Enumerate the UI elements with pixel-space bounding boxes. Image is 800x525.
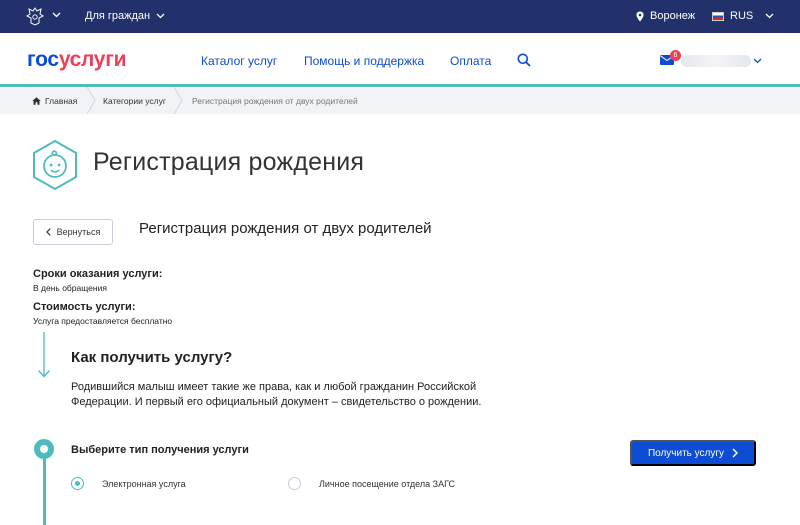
location-pin-icon (636, 11, 644, 21)
russia-flag-icon (712, 11, 724, 21)
cost-label: Стоимость услуги: (33, 301, 136, 313)
language-selector[interactable]: RUS (712, 10, 774, 22)
back-button-label: Вернуться (56, 227, 101, 237)
chevron-right-icon (732, 448, 739, 458)
logo-part-gos: гос (27, 48, 59, 71)
nav-catalog[interactable]: Каталог услуг (201, 54, 277, 68)
deadline-label: Сроки оказания услуги: (33, 268, 163, 280)
step-timeline (43, 457, 46, 525)
step-marker (34, 439, 54, 459)
logo-part-uslugi: услуги (58, 48, 127, 71)
radio-registry-visit[interactable]: Личное посещение отдела ЗАГС (288, 477, 455, 490)
radio-label: Электронная услуга (102, 478, 186, 489)
radio-label: Личное посещение отдела ЗАГС (319, 478, 456, 489)
breadcrumb-separator (173, 87, 183, 114)
nav-help[interactable]: Помощь и поддержка (304, 54, 424, 68)
breadcrumb: Главная Категории услуг Регистрация рожд… (0, 87, 800, 114)
coat-of-arms-icon[interactable] (26, 7, 44, 26)
chevron-down-icon[interactable] (753, 58, 762, 64)
chevron-down-icon (156, 13, 165, 19)
breadcrumb-home[interactable]: Главная (32, 96, 77, 106)
audience-label: Для граждан (85, 10, 151, 22)
user-name-blurred[interactable] (681, 55, 751, 67)
gosuslugi-logo[interactable]: госуслуги (27, 48, 127, 72)
notification-badge: 6 (670, 50, 681, 61)
get-service-label: Получить услугу (647, 447, 725, 459)
baby-face-icon (33, 139, 77, 191)
cost-value: Услуга предоставляется бесплатно (33, 316, 173, 326)
radio-button[interactable] (288, 477, 301, 490)
radio-electronic-service[interactable]: Электронная услуга (71, 477, 186, 490)
arrow-down-icon (38, 332, 50, 378)
how-to-get-description: Родившийся малыш имеет такие же права, к… (71, 381, 482, 408)
search-icon[interactable] (517, 53, 531, 67)
nav-payment[interactable]: Оплата (450, 54, 491, 68)
how-to-get-title: Как получить услугу? (71, 349, 233, 366)
chevron-down-icon (765, 13, 774, 19)
step-title: Выберите тип получения услуги (71, 444, 249, 456)
location-selector[interactable]: Воронеж (636, 10, 695, 22)
breadcrumb-label: Главная (45, 96, 78, 106)
location-label: Воронеж (650, 10, 696, 22)
top-bar: Для граждан Воронеж RUS (0, 0, 800, 33)
service-title: Регистрация рождения от двух родителей (139, 220, 432, 237)
breadcrumb-categories[interactable]: Категории услуг (103, 96, 166, 106)
language-label: RUS (730, 10, 754, 22)
breadcrumb-current: Регистрация рождения от двух родителей (192, 96, 358, 106)
chevron-left-icon (45, 228, 51, 236)
audience-selector[interactable]: Для граждан (85, 10, 165, 22)
chevron-down-icon[interactable] (52, 12, 61, 18)
breadcrumb-label: Категории услуг (103, 96, 166, 106)
home-icon (32, 97, 41, 105)
radio-button-checked[interactable] (71, 477, 84, 490)
back-button[interactable]: Вернуться (33, 219, 113, 245)
breadcrumb-label: Регистрация рождения от двух родителей (192, 96, 358, 106)
main-header: госуслуги Каталог услуг Помощь и поддерж… (0, 33, 800, 87)
page-title: Регистрация рождения (93, 148, 365, 176)
deadline-value: В день обращения (33, 283, 107, 293)
get-service-button[interactable]: Получить услугу (630, 440, 756, 466)
breadcrumb-separator (86, 87, 96, 114)
